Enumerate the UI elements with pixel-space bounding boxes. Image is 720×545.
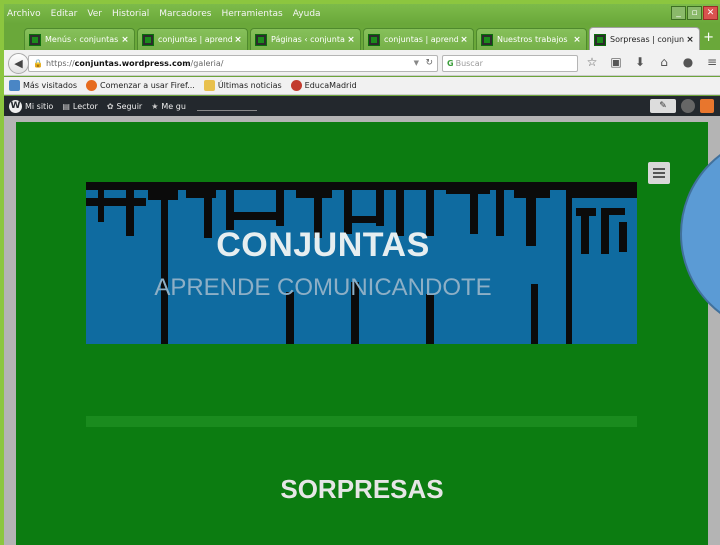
bookmark-educamadrid[interactable]: EducaMadrid [290, 80, 357, 91]
site-title[interactable]: CONJUNTAS [86, 226, 560, 265]
page-title: SORPRESAS [280, 474, 444, 504]
tab-nuestros-trabajos[interactable]: Nuestros trabajos ... × [476, 28, 587, 50]
lock-icon: 🔒 [33, 59, 43, 68]
downloads-icon[interactable]: ⬇ [632, 55, 648, 69]
menu-archivo[interactable]: Archivo [7, 9, 41, 19]
url-bar[interactable]: 🔒 https://conjuntas.wordpress.com/galeri… [28, 55, 438, 72]
close-tab-icon[interactable]: × [684, 35, 696, 45]
header-banner[interactable]: CONJUNTAS APRENDE COMUNICANDOTE [86, 182, 637, 344]
site-favicon-icon [481, 33, 493, 46]
site-favicon-icon [594, 33, 606, 46]
bookmark-star-icon[interactable]: ☆ [584, 55, 600, 69]
chat-icon[interactable]: ● [680, 55, 696, 69]
home-icon[interactable]: ⌂ [656, 55, 672, 69]
follow-label: Seguir [116, 101, 143, 111]
site-favicon-icon [255, 33, 267, 46]
site-favicon-icon [368, 33, 380, 46]
tab-title: Menús ‹ conjuntas ... [45, 35, 119, 44]
back-arrow-icon: ◀ [14, 57, 23, 70]
stats-sparkline[interactable] [196, 101, 257, 111]
tab-sorpresas[interactable]: Sorpresas | conjun... × [589, 27, 700, 51]
most-visited-icon [9, 80, 20, 91]
search-placeholder: Buscar [455, 59, 483, 68]
page-viewport: CONJUNTAS APRENDE COMUNICANDOTE SORPRESA… [4, 116, 720, 545]
search-engine-icon: G [447, 59, 454, 68]
tab-title: conjuntas | aprend... [158, 35, 232, 44]
hamburger-menu-icon[interactable] [648, 162, 670, 184]
my-site-link[interactable]: Mi sitio [25, 102, 53, 111]
close-tab-icon[interactable]: × [571, 35, 583, 45]
reader-link[interactable]: ▤ Lector [62, 102, 98, 111]
reader-icon: ▤ [62, 101, 70, 111]
bookmark-label: Últimas noticias [217, 81, 282, 90]
bookmark-firefox[interactable]: Comenzar a usar Firef... [86, 80, 195, 91]
follow-icon: ✿ [106, 101, 114, 111]
close-tab-icon[interactable]: × [232, 35, 244, 45]
browser-window: Archivo Editar Ver Historial Marcadores … [4, 4, 720, 545]
tab-strip: Menús ‹ conjuntas ... × conjuntas | apre… [4, 24, 720, 51]
avatar[interactable] [681, 99, 695, 113]
menu-ver[interactable]: Ver [87, 9, 102, 19]
tab-title: Páginas ‹ conjunta... [271, 35, 345, 44]
tab-conjuntas-2[interactable]: conjuntas | aprend... × [363, 28, 474, 50]
slide-background: Archivo Editar Ver Historial Marcadores … [0, 0, 720, 545]
navigation-bar: 🔒 https://conjuntas.wordpress.com/galeri… [4, 50, 720, 76]
site-content: CONJUNTAS APRENDE COMUNICANDOTE SORPRESA… [16, 122, 708, 545]
site-tagline: APRENDE COMUNICANDOTE [154, 274, 492, 301]
bookmark-news[interactable]: Últimas noticias [203, 80, 282, 91]
close-icon[interactable]: ✕ [703, 6, 718, 20]
new-tab-icon[interactable]: + [703, 30, 714, 45]
educamadrid-icon [290, 80, 302, 91]
bookmark-most-visited[interactable]: Más visitados [9, 80, 77, 91]
like-label: Me gu [161, 101, 186, 111]
content-divider [86, 416, 637, 427]
minimize-icon[interactable]: _ [671, 6, 686, 20]
tab-title: Sorpresas | conjun... [610, 35, 684, 44]
tab-conjuntas-1[interactable]: conjuntas | aprend... × [137, 28, 248, 50]
menu-icon[interactable]: ≡ [704, 55, 720, 69]
write-post-icon[interactable]: ✎ [650, 99, 676, 113]
url-path: /galeria/ [190, 59, 224, 68]
follow-link[interactable]: ✿ Seguir [107, 102, 142, 111]
menu-ayuda[interactable]: Ayuda [293, 9, 321, 19]
star-icon: ★ [151, 101, 159, 111]
back-button[interactable]: ◀ [8, 53, 29, 74]
close-tab-icon[interactable]: × [345, 35, 357, 45]
reload-icon[interactable]: ↻ [425, 56, 433, 71]
close-tab-icon[interactable]: × [119, 35, 131, 45]
search-input[interactable]: G Buscar [442, 55, 578, 72]
menu-bar: Archivo Editar Ver Historial Marcadores … [4, 4, 720, 24]
firefox-icon [86, 80, 98, 91]
menu-herramientas[interactable]: Herramientas [221, 9, 282, 19]
tab-paginas[interactable]: Páginas ‹ conjunta... × [250, 28, 361, 50]
restore-icon[interactable]: ▫ [687, 6, 702, 20]
site-favicon-icon [29, 33, 41, 46]
tab-title: Nuestros trabajos ... [497, 35, 571, 44]
url-scheme: https:// [45, 59, 75, 68]
rss-folder-icon [203, 80, 215, 91]
bookmark-label: Más visitados [23, 81, 78, 90]
wordpress-logo-icon[interactable]: W [9, 99, 22, 113]
window-controls: _ ▫ ✕ [671, 6, 718, 20]
my-site-label: Mi sitio [25, 101, 54, 111]
menu-historial[interactable]: Historial [112, 9, 149, 19]
menu-editar[interactable]: Editar [51, 9, 78, 19]
close-tab-icon[interactable]: × [458, 35, 470, 45]
menu-marcadores[interactable]: Marcadores [159, 9, 211, 19]
bookmarks-menu-icon[interactable]: ▣ [608, 55, 624, 69]
bookmark-label: Comenzar a usar Firef... [100, 81, 195, 90]
wordpress-admin-bar: W Mi sitio ▤ Lector ✿ Seguir ★ Me gu ✎ [4, 96, 720, 116]
site-favicon-icon [142, 33, 154, 46]
like-link[interactable]: ★ Me gu [151, 102, 186, 111]
reader-label: Lector [72, 101, 98, 111]
tab-title: conjuntas | aprend... [384, 35, 458, 44]
url-host: conjuntas.wordpress.com [74, 59, 191, 68]
bookmark-label: EducaMadrid [304, 81, 357, 90]
notifications-icon[interactable] [700, 99, 714, 113]
admin-bar-right: ✎ [650, 99, 714, 113]
tab-menus[interactable]: Menús ‹ conjuntas ... × [24, 28, 135, 50]
toolbar-icons: ☆ ▣ ⬇ ⌂ ● ≡ [584, 55, 720, 69]
history-dropdown-icon[interactable]: ▼ [414, 56, 419, 71]
bookmarks-bar: Más visitados Comenzar a usar Firef... Ú… [4, 77, 720, 95]
